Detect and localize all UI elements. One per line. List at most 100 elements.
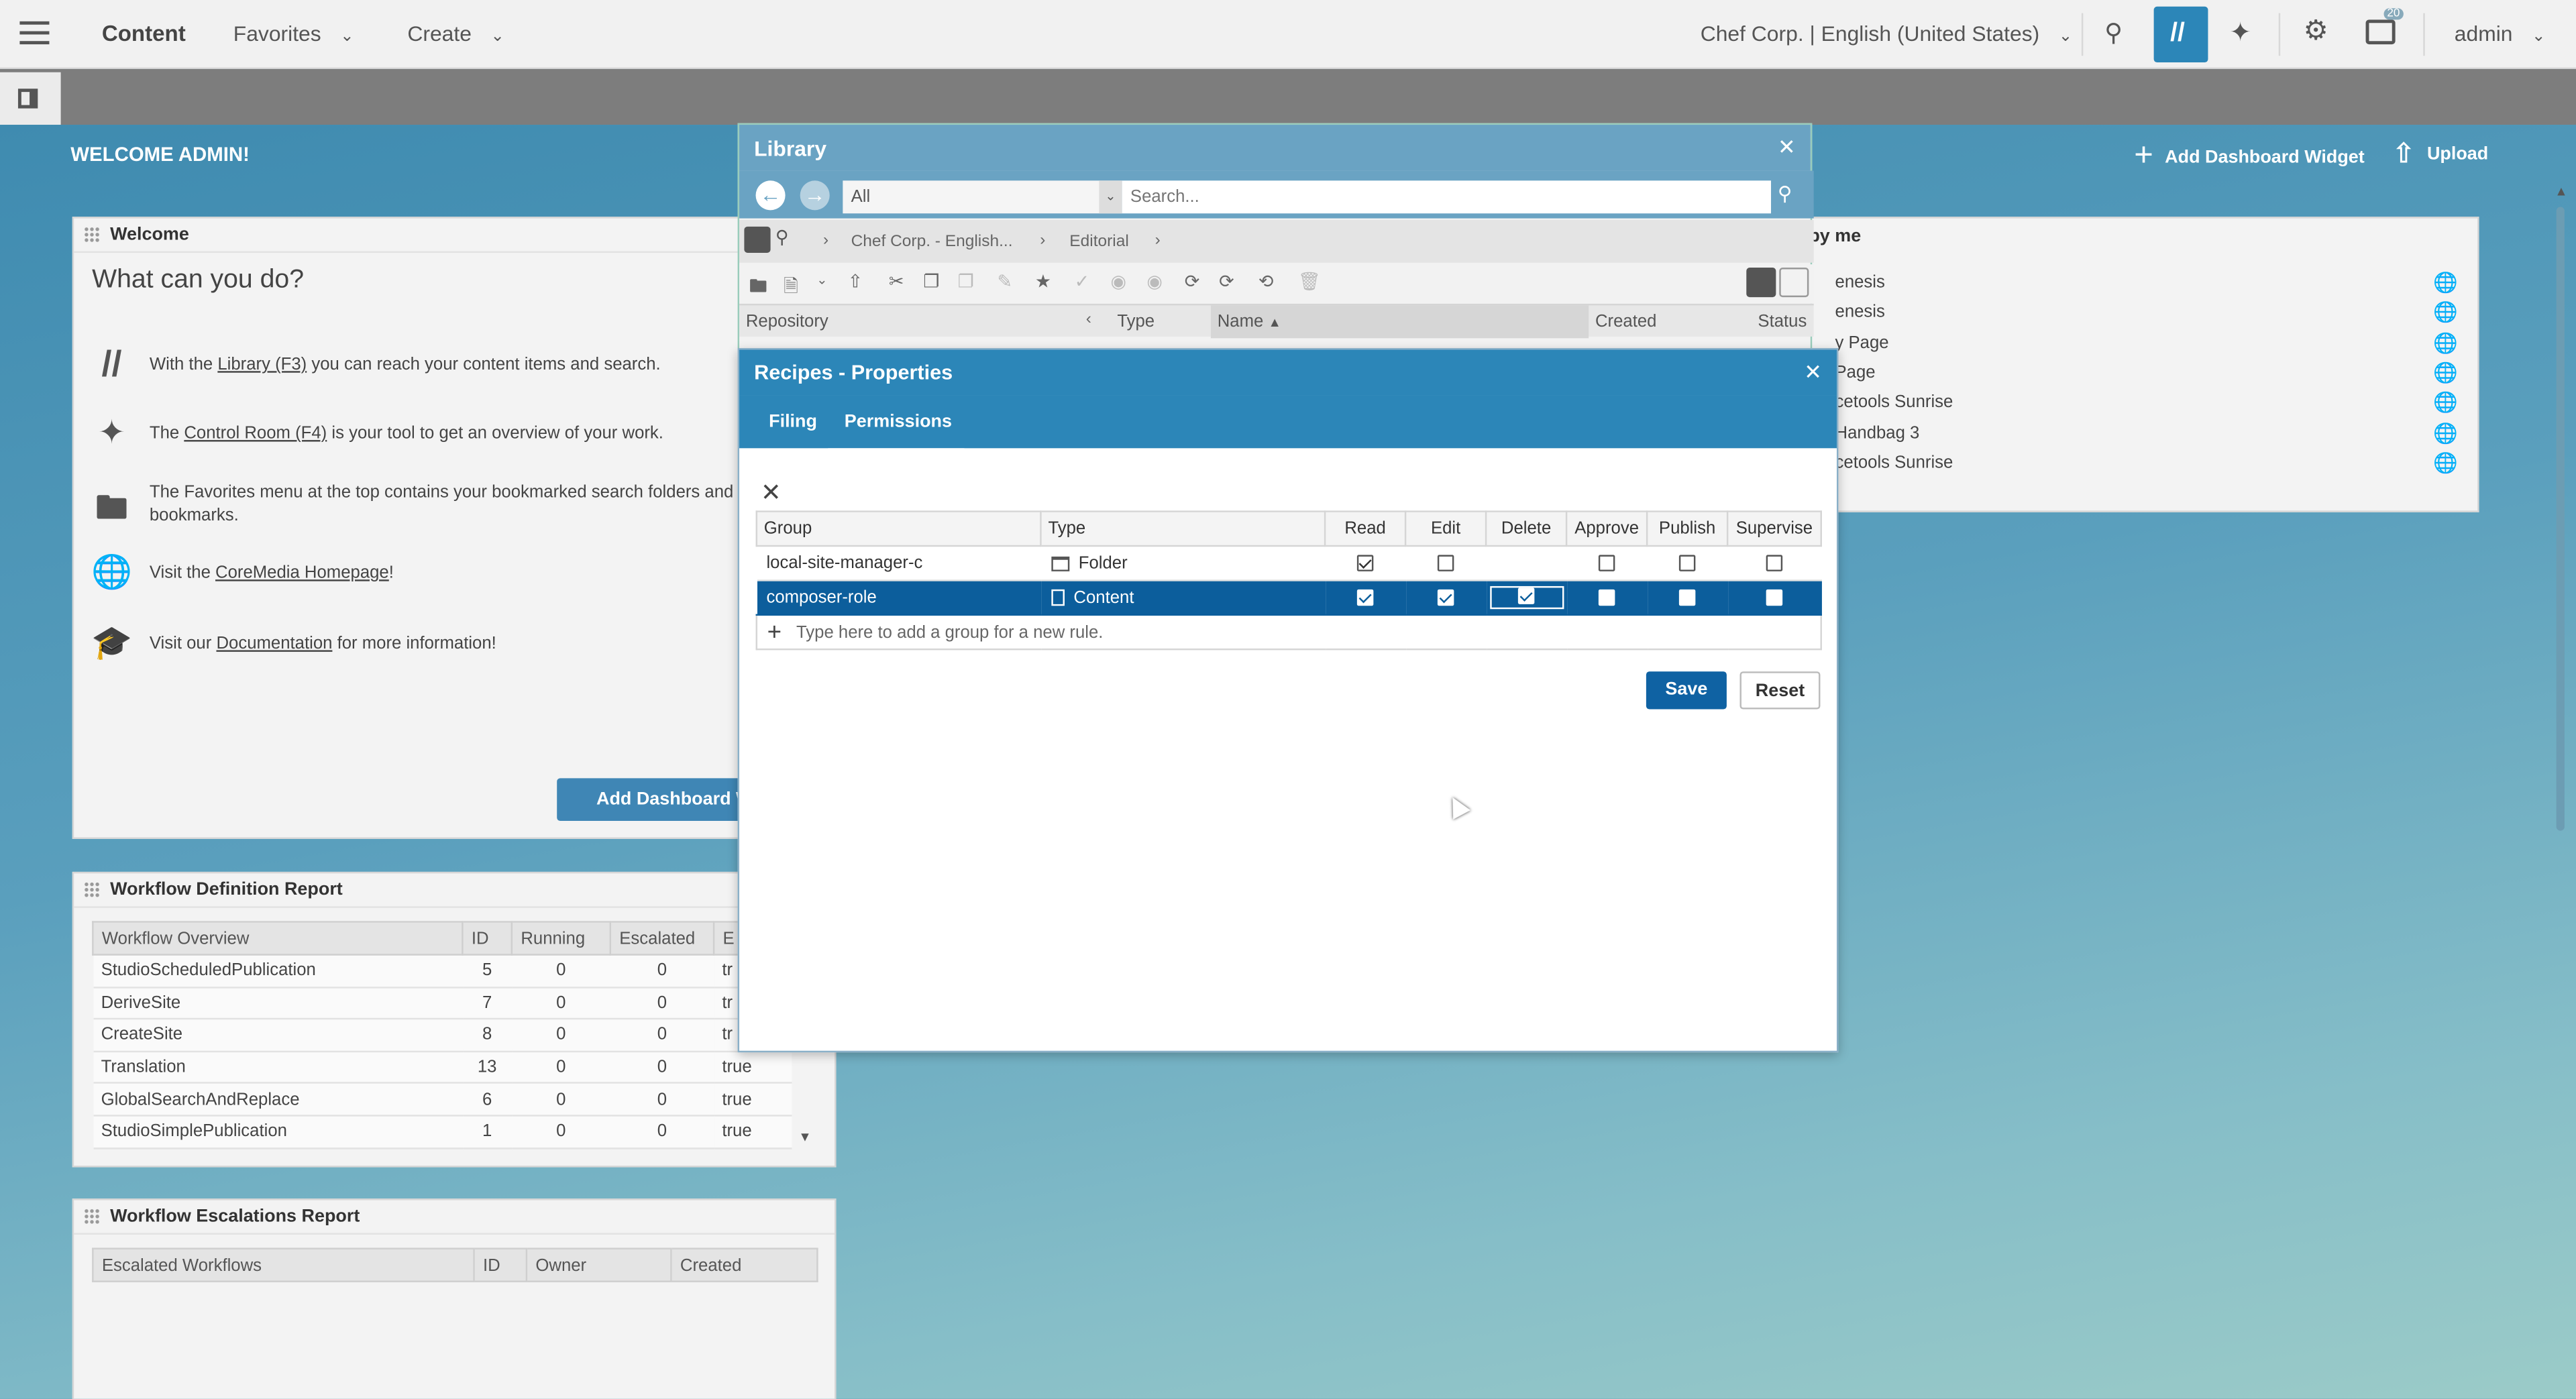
list-item[interactable]: enesis <box>1835 302 1885 322</box>
table-scroll-down-icon[interactable]: ▼ <box>798 1129 811 1144</box>
search-mode-icon[interactable]: ⚲ <box>775 227 789 247</box>
close-icon[interactable]: ✕ <box>1804 359 1822 386</box>
col-running[interactable]: Running <box>511 921 612 956</box>
coremedia-homepage-link[interactable]: CoreMedia Homepage <box>215 563 389 583</box>
read-checkbox[interactable] <box>1356 590 1374 606</box>
save-button[interactable]: Save <box>1646 671 1727 710</box>
copy-icon[interactable]: ❐ <box>923 271 939 292</box>
list-item[interactable]: Page <box>1835 363 1876 382</box>
col-owner[interactable]: Owner <box>525 1247 672 1282</box>
unpublish-icon[interactable]: ⟲ <box>1258 271 1274 292</box>
drag-handle-icon[interactable] <box>83 1208 101 1225</box>
publish-checkbox[interactable] <box>1678 590 1696 606</box>
user-menu[interactable]: admin ⌄ <box>2455 21 2546 46</box>
supervise-checkbox[interactable] <box>1766 590 1783 606</box>
new-folder-icon[interactable]: 🖿 <box>749 272 767 304</box>
create-menu[interactable]: Create ⌄ <box>407 21 504 46</box>
list-item[interactable]: cetools Sunrise <box>1835 453 1953 472</box>
col-created[interactable]: Created <box>1589 305 1656 338</box>
focused-cell-editor[interactable] <box>1489 585 1564 610</box>
approve-checkbox[interactable] <box>1598 555 1615 572</box>
col-escalated[interactable]: Escalated <box>609 921 715 956</box>
read-checkbox[interactable] <box>1356 555 1374 572</box>
menu-icon[interactable] <box>19 21 50 45</box>
breadcrumb-item-site[interactable]: Chef Corp. - English... <box>851 233 1013 251</box>
publish-icon[interactable]: ◉ <box>1111 271 1127 292</box>
edit-checkbox[interactable] <box>1437 555 1454 572</box>
col-workflow-overview[interactable]: Workflow Overview <box>92 921 464 956</box>
edit-checkbox[interactable] <box>1437 590 1454 606</box>
col-publish[interactable]: Publish <box>1646 510 1729 547</box>
thumbnail-view-icon[interactable] <box>1779 268 1809 298</box>
remove-rule-icon[interactable]: ✕ <box>761 478 782 508</box>
permission-row[interactable]: local-site-manager-c Folder <box>756 545 1821 581</box>
col-group[interactable]: Group <box>755 510 1042 547</box>
search-content-icon[interactable]: ⚲ <box>2104 18 2123 48</box>
drag-handle-icon[interactable] <box>83 881 101 899</box>
control-room-icon[interactable]: ✦ <box>2229 16 2251 49</box>
table-row[interactable]: Translation 13 0 0 true <box>93 1051 792 1084</box>
publish-checkbox[interactable] <box>1678 555 1696 572</box>
bookmark-icon[interactable]: ★ <box>1035 271 1051 292</box>
table-row[interactable]: DeriveSite 7 0 0 tr <box>93 987 792 1020</box>
close-icon[interactable]: ✕ <box>1778 135 1796 161</box>
supervise-checkbox[interactable] <box>1766 555 1783 572</box>
new-content-icon[interactable]: 🗎 <box>784 272 798 304</box>
col-supervise[interactable]: Supervise <box>1726 510 1822 547</box>
chevron-down-icon[interactable]: ⌄ <box>816 272 827 287</box>
move-up-icon[interactable]: ⇧ <box>848 271 863 292</box>
documentation-link[interactable]: Documentation <box>216 634 332 653</box>
favorites-menu[interactable]: Favorites ⌄ <box>233 21 354 46</box>
col-created[interactable]: Created <box>670 1247 818 1282</box>
dashboard-tab[interactable] <box>0 72 61 125</box>
col-id[interactable]: ID <box>473 1247 528 1282</box>
notifications-icon[interactable]: 20 <box>2365 8 2404 45</box>
library-button[interactable]: // <box>2153 6 2208 63</box>
list-item[interactable]: enesis <box>1835 272 1885 292</box>
list-view-icon[interactable] <box>1746 268 1776 298</box>
col-type[interactable]: Type <box>1040 510 1326 547</box>
collapse-icon[interactable]: ‹ <box>1086 311 1091 329</box>
approve-checkbox[interactable] <box>1598 590 1615 606</box>
col-id[interactable]: ID <box>462 921 513 956</box>
col-type[interactable]: Type <box>1111 305 1155 338</box>
sync-alt-icon[interactable]: ⟳ <box>1219 271 1234 292</box>
approve-icon[interactable]: ✓ <box>1075 271 1090 292</box>
col-name[interactable]: Name ▲ <box>1210 305 1589 339</box>
library-search-input[interactable] <box>1122 180 1772 214</box>
col-status[interactable]: Status <box>1752 305 1807 338</box>
table-row[interactable]: StudioSimplePublication 1 0 0 true <box>93 1115 792 1149</box>
list-item[interactable]: cetools Sunrise <box>1835 393 1953 412</box>
delete-checkbox[interactable] <box>1517 587 1535 605</box>
control-room-link[interactable]: Control Room (F4) <box>184 424 327 443</box>
library-link[interactable]: Library (F3) <box>217 355 307 374</box>
filter-select[interactable]: All ⌄ <box>843 180 1122 214</box>
upload-button[interactable]: ⇧ Upload <box>2392 138 2488 171</box>
drag-handle-icon[interactable] <box>83 226 101 243</box>
col-approve[interactable]: Approve <box>1565 510 1648 547</box>
gears-icon[interactable]: ⚙ <box>2303 15 2328 48</box>
add-group-row[interactable]: + Type here to add a group for a new rul… <box>755 614 1822 651</box>
tree-view-icon[interactable] <box>744 226 771 253</box>
tab-filing[interactable]: Filing <box>769 412 817 431</box>
cut-icon[interactable]: ✂ <box>889 271 904 292</box>
list-item[interactable]: Handbag 3 <box>1835 423 1920 442</box>
table-row[interactable]: GlobalSearchAndReplace 6 0 0 true <box>93 1083 792 1117</box>
paste-icon[interactable]: ❐ <box>958 271 974 292</box>
reset-button[interactable]: Reset <box>1739 671 1821 710</box>
sync-icon[interactable]: ⟳ <box>1185 271 1200 292</box>
permission-row[interactable]: composer-role Content <box>756 580 1821 616</box>
app-title[interactable]: Content <box>102 21 186 46</box>
table-row[interactable]: CreateSite 8 0 0 tr <box>93 1019 792 1052</box>
col-read[interactable]: Read <box>1324 510 1407 547</box>
table-row[interactable]: StudioScheduledPublication 5 0 0 tr <box>93 954 792 988</box>
tab-permissions[interactable]: Permissions <box>828 412 966 453</box>
page-scrollbar[interactable]: ▲ <box>2551 184 2571 1399</box>
add-dashboard-widget-button[interactable]: + Add Dashboard Widget <box>2134 138 2365 176</box>
repository-header[interactable]: Repository <box>739 305 828 338</box>
search-icon[interactable]: ⚲ <box>1778 182 1792 205</box>
col-escalated-workflows[interactable]: Escalated Workflows <box>92 1247 475 1282</box>
col-delete[interactable]: Delete <box>1485 510 1568 547</box>
list-item[interactable]: y Page <box>1835 333 1889 352</box>
site-locale-selector[interactable]: Chef Corp. | English (United States) ⌄ <box>1701 21 2073 46</box>
